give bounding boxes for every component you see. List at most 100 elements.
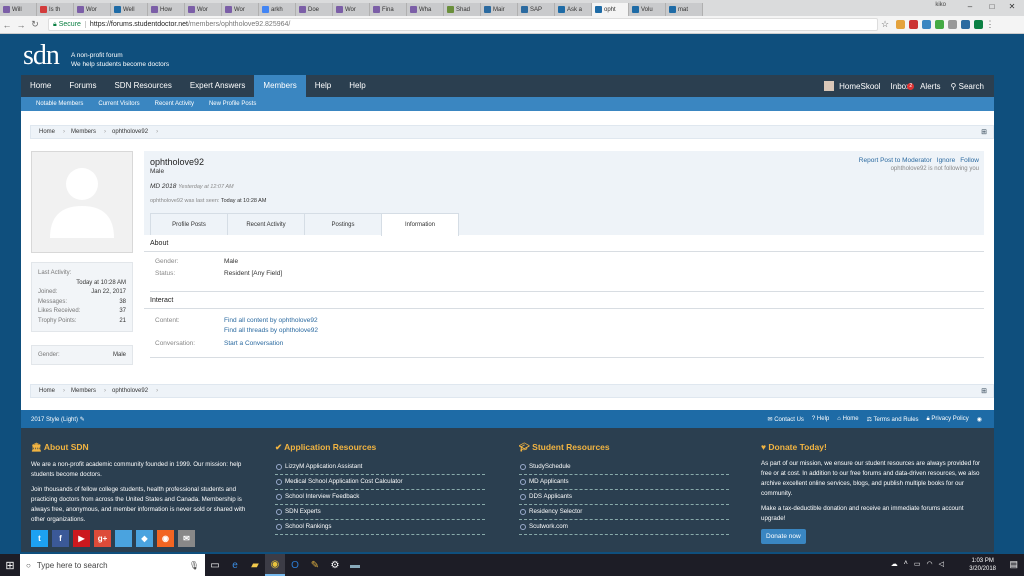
footer-resource-link[interactable]: Scutwork.com bbox=[519, 520, 729, 535]
footer-link[interactable]: ⌂ Home bbox=[837, 416, 858, 423]
subnav-item[interactable]: Notable Members bbox=[36, 101, 83, 107]
browser-tab[interactable]: Fina bbox=[370, 3, 407, 16]
apple-icon[interactable] bbox=[115, 530, 132, 547]
url-input[interactable]: 🔒︎ Secure https://forums.studentdoctor.n… bbox=[48, 18, 878, 31]
extension-icon[interactable] bbox=[896, 20, 905, 29]
minimize-button[interactable]: – bbox=[960, 1, 980, 13]
profile-tab[interactable]: Profile Posts bbox=[150, 213, 228, 235]
browser-tab[interactable]: Doe bbox=[296, 3, 333, 16]
back-icon[interactable]: ← bbox=[0, 20, 14, 30]
nav-item[interactable]: Home bbox=[21, 75, 60, 97]
footer-link[interactable]: 🔒︎ Privacy Policy bbox=[927, 416, 969, 423]
footer-link[interactable]: ⚖ Terms and Rules bbox=[867, 416, 919, 423]
rss-icon[interactable]: ◉ bbox=[977, 416, 982, 423]
nav-item[interactable]: Forums bbox=[60, 75, 105, 97]
breadcrumb-home[interactable]: Home bbox=[31, 129, 65, 135]
file-explorer-icon[interactable]: ▰ bbox=[245, 554, 265, 576]
site-logo[interactable]: sdn bbox=[23, 40, 60, 72]
profile-action-link[interactable]: Ignore bbox=[937, 157, 955, 164]
rss-icon[interactable]: ◉ bbox=[157, 530, 174, 547]
nav-item[interactable]: Members bbox=[254, 75, 306, 97]
browser-tab[interactable]: opht bbox=[592, 3, 629, 16]
user-avatar[interactable] bbox=[824, 81, 835, 91]
browser-tab[interactable]: Well bbox=[111, 3, 148, 16]
email-icon[interactable]: ✉ bbox=[178, 530, 195, 547]
browser-tab[interactable]: Mair bbox=[481, 3, 518, 16]
android-icon[interactable]: ◆ bbox=[136, 530, 153, 547]
browser-tab[interactable]: Wor bbox=[333, 3, 370, 16]
nav-item[interactable]: Expert Answers bbox=[181, 75, 255, 97]
twitter-icon[interactable]: t bbox=[31, 530, 48, 547]
browser-tab[interactable]: Ask a bbox=[555, 3, 592, 16]
footer-resource-link[interactable]: MD Applicants bbox=[519, 475, 729, 490]
start-conversation-link[interactable]: Start a Conversation bbox=[224, 339, 283, 349]
wifi-icon[interactable]: ◠ bbox=[927, 560, 933, 568]
profile-action-link[interactable]: Follow bbox=[960, 157, 979, 164]
up-arrow-icon[interactable]: ˄ bbox=[904, 560, 908, 568]
extension-icon[interactable] bbox=[922, 20, 931, 29]
sitemap-icon[interactable]: ⊞ bbox=[981, 128, 987, 136]
browser-tab[interactable]: arkh bbox=[259, 3, 296, 16]
app-icon[interactable]: ▬ bbox=[345, 554, 365, 576]
notifications-icon[interactable]: ▤ bbox=[1009, 559, 1018, 570]
footer-link[interactable]: ? Help bbox=[812, 416, 829, 423]
footer-resource-link[interactable]: DDS Applicants bbox=[519, 490, 729, 505]
browser-tab[interactable]: Volu bbox=[629, 3, 666, 16]
chrome-icon[interactable]: ◉ bbox=[265, 554, 285, 576]
nav-item[interactable]: SDN Resources bbox=[105, 75, 180, 97]
browser-menu-icon[interactable]: ⋮ bbox=[983, 19, 997, 30]
taskbar-search-input[interactable]: ○ Type here to search 🎙︎ bbox=[20, 554, 205, 576]
edge-icon[interactable]: e bbox=[225, 554, 245, 576]
outlook-icon[interactable]: O bbox=[285, 554, 305, 576]
subnav-item[interactable]: Recent Activity bbox=[155, 101, 194, 107]
find-content-link[interactable]: Find all content by ophtholove92 bbox=[224, 316, 318, 326]
browser-tab[interactable]: Wor bbox=[74, 3, 111, 16]
taskbar-clock[interactable]: 1:03 PM 3/20/2018 bbox=[969, 557, 996, 573]
footer-resource-link[interactable]: School Interview Feedback bbox=[275, 490, 485, 505]
footer-resource-link[interactable]: Medical School Application Cost Calculat… bbox=[275, 475, 485, 490]
browser-tab[interactable]: Wha bbox=[407, 3, 444, 16]
battery-icon[interactable]: ▭ bbox=[914, 560, 921, 568]
find-threads-link[interactable]: Find all threads by ophtholove92 bbox=[224, 326, 318, 336]
extension-icon[interactable] bbox=[961, 20, 970, 29]
breadcrumb-members[interactable]: Members bbox=[63, 129, 106, 135]
breadcrumb-home[interactable]: Home bbox=[31, 388, 65, 394]
browser-tab[interactable]: SAP bbox=[518, 3, 555, 16]
maximize-button[interactable]: □ bbox=[982, 1, 1002, 13]
close-button[interactable]: ✕ bbox=[1002, 1, 1022, 13]
footer-resource-link[interactable]: StudySchedule bbox=[519, 460, 729, 475]
facebook-icon[interactable]: f bbox=[52, 530, 69, 547]
footer-resource-link[interactable]: LizzyM Application Assistant bbox=[275, 460, 485, 475]
breadcrumb-user[interactable]: ophtholove92 bbox=[104, 388, 158, 394]
app-icon[interactable]: ✎ bbox=[305, 554, 325, 576]
subnav-item[interactable]: Current Visitors bbox=[98, 101, 139, 107]
cloud-icon[interactable]: ☁ bbox=[891, 560, 898, 568]
browser-tab[interactable]: Will bbox=[0, 3, 37, 16]
browser-tab[interactable]: Wor bbox=[185, 3, 222, 16]
nav-user-name[interactable]: HomeSkool bbox=[839, 82, 880, 91]
footer-link[interactable]: ✉ Contact Us bbox=[768, 416, 804, 423]
task-view-icon[interactable]: ▭ bbox=[205, 554, 225, 576]
profile-tab[interactable]: Postings bbox=[304, 213, 382, 235]
donate-button[interactable]: Donate now bbox=[761, 529, 806, 544]
profile-tab[interactable]: Recent Activity bbox=[227, 213, 305, 235]
extension-icon[interactable] bbox=[935, 20, 944, 29]
windows-start-icon[interactable]: ⊞ bbox=[0, 559, 20, 572]
nav-search[interactable]: ⚲ Search bbox=[951, 82, 984, 91]
browser-tab[interactable]: Wor bbox=[222, 3, 259, 16]
breadcrumb-members[interactable]: Members bbox=[63, 388, 106, 394]
style-chooser[interactable]: 2017 Style (Light) ✎ bbox=[31, 416, 85, 423]
volume-icon[interactable]: ◁ bbox=[939, 560, 944, 568]
profile-action-link[interactable]: Report Post to Moderator bbox=[859, 157, 932, 164]
footer-resource-link[interactable]: Residency Selector bbox=[519, 505, 729, 520]
nav-alerts[interactable]: Alerts bbox=[920, 82, 940, 91]
youtube-icon[interactable]: ▶ bbox=[73, 530, 90, 547]
browser-user-label[interactable]: kiko bbox=[935, 2, 946, 8]
googleplus-icon[interactable]: g+ bbox=[94, 530, 111, 547]
nav-item[interactable]: Help bbox=[306, 75, 340, 97]
extension-icon[interactable] bbox=[909, 20, 918, 29]
nav-item[interactable]: Help bbox=[340, 75, 374, 97]
browser-tab[interactable]: mat bbox=[666, 3, 703, 16]
breadcrumb-user[interactable]: ophtholove92 bbox=[104, 129, 158, 135]
browser-tab[interactable]: Shad bbox=[444, 3, 481, 16]
